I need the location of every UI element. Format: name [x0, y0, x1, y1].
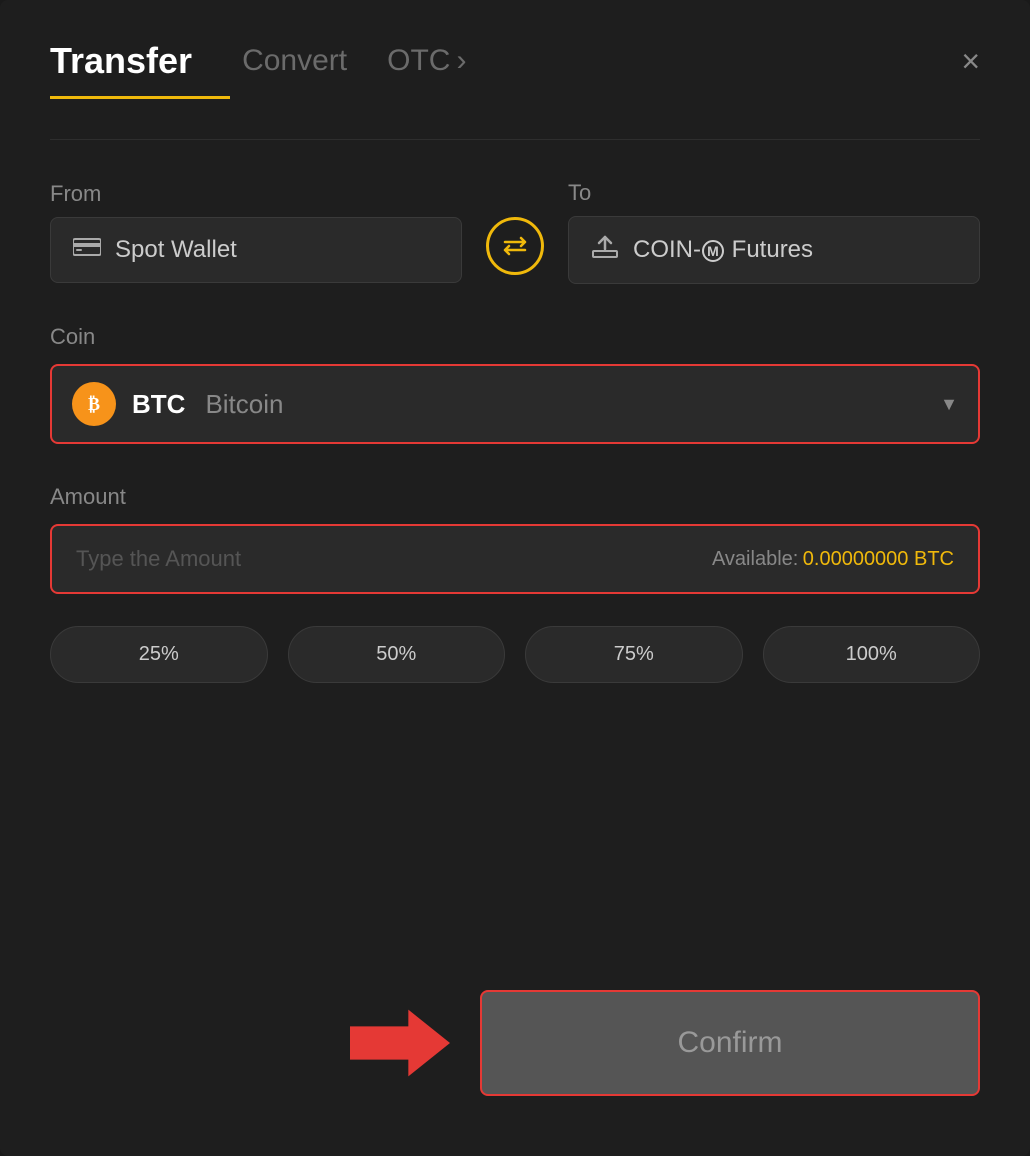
swap-container — [462, 189, 568, 275]
percent-buttons: 25% 50% 75% 100% — [50, 626, 980, 683]
to-label: To — [568, 180, 980, 206]
wallet-icon — [73, 237, 101, 263]
svg-text:₿: ₿ — [88, 394, 100, 414]
coin-label: Coin — [50, 324, 980, 350]
coin-selector[interactable]: ₿ BTC Bitcoin ▼ — [50, 364, 980, 444]
from-label: From — [50, 181, 462, 207]
close-button[interactable]: × — [961, 45, 980, 77]
active-tab-indicator — [50, 96, 230, 99]
tab-transfer[interactable]: Transfer — [50, 40, 222, 82]
arrow-container — [50, 1003, 480, 1083]
otc-chevron: › — [456, 44, 466, 78]
percent-25-button[interactable]: 25% — [50, 626, 268, 683]
amount-section: Amount Type the Amount Available: 0.0000… — [50, 484, 980, 626]
from-wallet-text: Spot Wallet — [115, 236, 237, 264]
btc-icon: ₿ — [72, 382, 116, 426]
from-column: From Spot Wallet — [50, 181, 462, 283]
percent-100-button[interactable]: 100% — [763, 626, 981, 683]
amount-placeholder[interactable]: Type the Amount — [76, 546, 241, 572]
tab-convert[interactable]: Convert — [222, 44, 367, 78]
amount-label: Amount — [50, 484, 980, 510]
spacer — [50, 743, 980, 990]
bottom-row: Confirm — [50, 990, 980, 1096]
confirm-button[interactable]: Confirm — [480, 990, 980, 1096]
available-label: Available: — [712, 548, 798, 570]
to-wallet-selector[interactable]: COIN-M Futures — [568, 216, 980, 284]
percent-50-button[interactable]: 50% — [288, 626, 506, 683]
percent-75-button[interactable]: 75% — [525, 626, 743, 683]
tab-otc[interactable]: OTC › — [367, 44, 486, 78]
coin-full-name: Bitcoin — [205, 389, 283, 420]
from-wallet-selector[interactable]: Spot Wallet — [50, 217, 462, 283]
from-to-section: From Spot Wallet — [50, 180, 980, 284]
coin-section: Coin ₿ BTC Bitcoin ▼ — [50, 324, 980, 484]
to-column: To COIN-M Futures — [568, 180, 980, 284]
futures-icon — [591, 235, 619, 265]
available-balance: Available: 0.00000000 BTC — [712, 548, 954, 571]
transfer-modal: Transfer Convert OTC › × From Sp — [0, 0, 1030, 1156]
swap-button[interactable] — [486, 217, 544, 275]
to-wallet-text: COIN-M Futures — [633, 236, 813, 264]
tab-underline — [50, 96, 980, 99]
coin-chevron-icon: ▼ — [940, 394, 958, 415]
available-value: 0.00000000 BTC — [803, 548, 954, 570]
coin-symbol: BTC — [132, 389, 185, 420]
tab-bar: Transfer Convert OTC › × — [50, 40, 980, 82]
red-arrow-icon — [350, 1003, 450, 1083]
amount-input-box[interactable]: Type the Amount Available: 0.00000000 BT… — [50, 524, 980, 594]
divider — [50, 139, 980, 140]
